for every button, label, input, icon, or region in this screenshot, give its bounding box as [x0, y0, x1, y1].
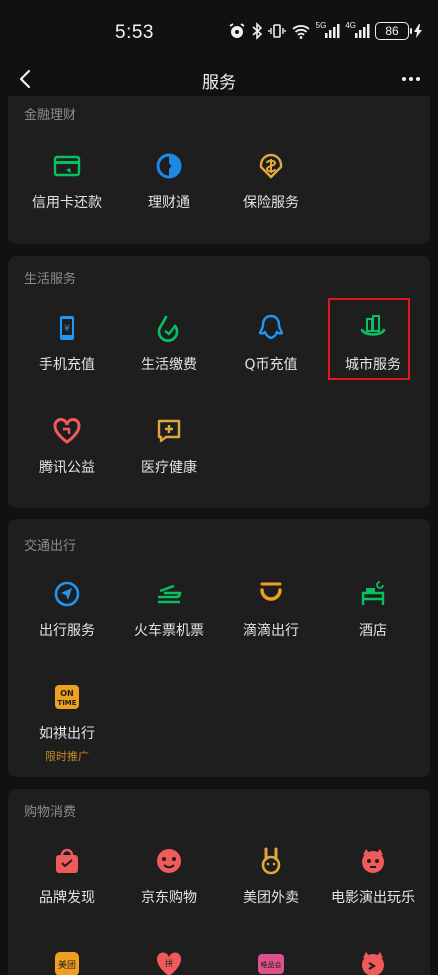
jd-shopping-item[interactable]: 京东购物: [114, 846, 224, 907]
meituan-rabbit-icon: [261, 847, 281, 875]
beike-item[interactable]: [318, 949, 428, 975]
ontime-icon-text-1: ON: [60, 689, 74, 698]
vip-shop-item[interactable]: 唯品会: [216, 949, 326, 975]
pinduoduo-icon-text: 拼: [165, 958, 173, 968]
nav-bar: 服务: [0, 62, 438, 96]
utility-bill-item[interactable]: 生活缴费: [114, 313, 224, 374]
item-label: 腾讯公益: [39, 460, 95, 476]
didi-item[interactable]: 滴滴出行: [216, 579, 326, 640]
medical-health-item[interactable]: 医疗健康: [114, 416, 224, 477]
ontime-icon: ON TIME: [55, 685, 79, 709]
vip-shop-icon-text: 唯品会: [261, 960, 282, 969]
train-flight-ticket-item[interactable]: 火车票机票: [114, 579, 224, 640]
item-label: 信用卡还款: [32, 195, 102, 211]
item-label: 医疗健康: [141, 460, 197, 476]
item-label: 美团外卖: [243, 890, 299, 906]
highlight-box: [328, 298, 410, 380]
hotel-item[interactable]: 酒店: [318, 579, 428, 640]
signal-5g-icon: 5G: [316, 21, 341, 41]
credit-card-icon: [53, 155, 81, 177]
shopping-section: 购物消费 品牌发现 京东购物 美团外卖 电影演出玩乐 美团 拼 唯品会: [8, 789, 430, 975]
status-bar: 5:53 5G 4G 86: [0, 0, 438, 62]
pinduoduo-item[interactable]: 拼: [114, 949, 224, 975]
insurance-icon: [259, 153, 283, 179]
section-title: 购物消费: [24, 805, 77, 820]
wifi-icon: [291, 21, 311, 41]
vibrate-icon: [267, 21, 286, 41]
wealth-item[interactable]: 理财通: [114, 151, 224, 212]
phone-recharge-item[interactable]: ¥ 手机充值: [12, 313, 122, 374]
battery-indicator: 86: [375, 22, 412, 40]
jd-dog-icon: [157, 849, 181, 873]
item-label: 生活缴费: [141, 357, 197, 373]
q-coin-recharge-item[interactable]: Q币充值: [216, 313, 326, 374]
item-label: 品牌发现: [39, 890, 95, 906]
vip-shop-icon: 唯品会: [258, 954, 284, 974]
item-label: 保险服务: [243, 195, 299, 211]
travel-icon: [54, 581, 80, 607]
signal-4g-icon: 4G: [345, 21, 370, 41]
tencent-charity-item[interactable]: 腾讯公益: [12, 416, 122, 477]
item-label: 京东购物: [141, 890, 197, 906]
wealth-icon: [156, 153, 182, 179]
item-label: 酒店: [359, 623, 387, 639]
beike-icon: [362, 952, 384, 975]
didi-icon: [260, 582, 282, 601]
more-button[interactable]: [396, 66, 426, 92]
phone-icon: ¥: [60, 316, 74, 340]
more-dot: [402, 77, 406, 81]
insurance-item[interactable]: 保险服务: [216, 151, 326, 212]
travel-service-item[interactable]: 出行服务: [12, 579, 122, 640]
promo-label: 限时推广: [45, 750, 89, 763]
status-time: 5:53: [115, 22, 154, 43]
hotel-icon: [361, 581, 385, 605]
svg-text:¥: ¥: [64, 324, 70, 334]
life-services-section: 生活服务 ¥ 手机充值 生活缴费 Q币充值 城市服务 腾讯公益 医疗健康: [8, 256, 430, 508]
maoyan-cat-icon: [362, 849, 384, 873]
qq-penguin-icon: [258, 314, 284, 340]
item-label: 火车票机票: [134, 623, 204, 639]
alarm-icon: [228, 21, 246, 41]
brand-discovery-item[interactable]: 品牌发现: [12, 846, 122, 907]
more-dot: [409, 77, 413, 81]
meituan-item[interactable]: 美团: [12, 949, 122, 975]
finance-section: 金融理财 信用卡还款 理财通 保险服务: [8, 96, 430, 244]
meituan-delivery-item[interactable]: 美团外卖: [216, 846, 326, 907]
pinduoduo-icon: 拼: [156, 952, 182, 975]
section-title: 生活服务: [24, 272, 77, 287]
status-icons: 5G 4G 86: [228, 21, 422, 41]
movie-show-item[interactable]: 电影演出玩乐: [318, 846, 428, 907]
charity-heart-icon: [53, 418, 81, 444]
bill-icon: [157, 315, 179, 342]
item-label: 理财通: [148, 195, 190, 211]
credit-card-repay-item[interactable]: 信用卡还款: [12, 151, 122, 212]
battery-level: 86: [385, 24, 399, 38]
item-label: 如祺出行: [39, 726, 95, 742]
item-label: 滴滴出行: [243, 623, 299, 639]
bluetooth-icon: [251, 21, 263, 41]
transport-section: 交通出行 出行服务 火车票机票 滴滴出行 酒店 ON TIME 如祺出行 限时推…: [8, 519, 430, 777]
meituan-icon-text: 美团: [58, 959, 76, 971]
item-label: 手机充值: [39, 357, 95, 373]
item-label: Q币充值: [244, 357, 298, 373]
meituan-icon: 美团: [55, 952, 79, 975]
more-dot: [416, 77, 420, 81]
charging-icon: [414, 21, 422, 41]
ontime-item[interactable]: ON TIME 如祺出行 限时推广: [12, 682, 122, 764]
train-icon: [158, 584, 182, 604]
item-label: 电影演出玩乐: [331, 890, 415, 906]
medical-icon: [157, 419, 181, 443]
brand-bag-icon: [56, 848, 78, 873]
ontime-icon-text-2: TIME: [57, 699, 76, 707]
section-title: 金融理财: [24, 108, 77, 123]
page-title: 服务: [202, 73, 236, 93]
item-label: 出行服务: [39, 623, 95, 639]
section-title: 交通出行: [24, 539, 77, 554]
